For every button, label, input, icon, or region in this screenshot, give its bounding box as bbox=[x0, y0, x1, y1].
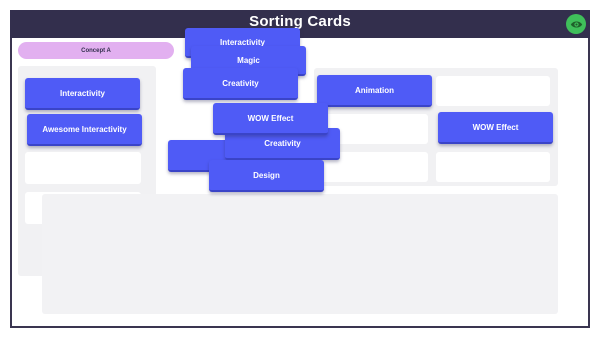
bottom-panel bbox=[42, 194, 558, 314]
category-pill[interactable]: Concept A bbox=[18, 42, 174, 59]
eye-icon bbox=[570, 20, 582, 28]
preview-button[interactable] bbox=[566, 14, 586, 34]
card-creativity-top[interactable]: Creativity bbox=[183, 68, 298, 100]
card-design[interactable]: Design bbox=[209, 160, 324, 192]
card-awesome-interactivity[interactable]: Awesome Interactivity bbox=[27, 114, 142, 146]
card-wow-effect-mid[interactable]: WOW Effect bbox=[213, 103, 328, 135]
header-bar: Sorting Cards bbox=[10, 10, 590, 38]
drop-slot[interactable] bbox=[436, 76, 550, 106]
drop-slot[interactable] bbox=[436, 152, 550, 182]
card-wow-effect-right[interactable]: WOW Effect bbox=[438, 112, 553, 144]
drop-slot[interactable] bbox=[25, 152, 141, 184]
card-interactivity-left[interactable]: Interactivity bbox=[25, 78, 140, 110]
card-animation[interactable]: Animation bbox=[317, 75, 432, 107]
page-title: Sorting Cards bbox=[249, 13, 351, 30]
